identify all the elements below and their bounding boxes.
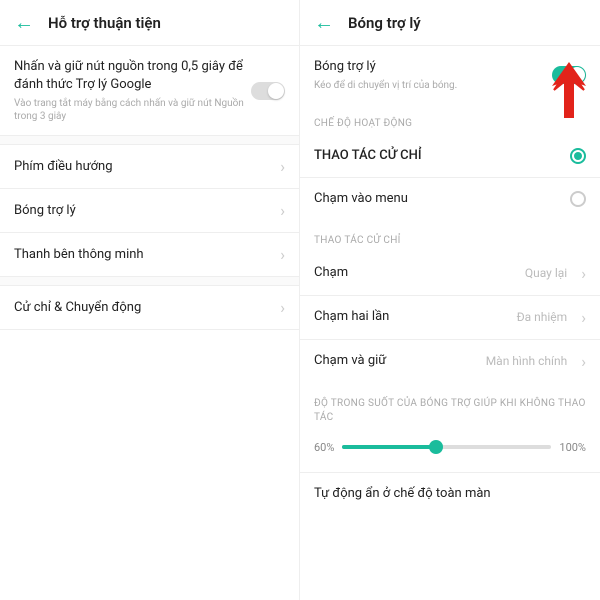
page-title: Hỗ trợ thuận tiện [48, 14, 161, 32]
smart-sidebar-label: Thanh bên thông minh [14, 246, 144, 264]
radio-menu[interactable] [570, 191, 586, 207]
assistant-ball-label: Bóng trợ lý [14, 202, 76, 220]
spacer [0, 135, 299, 145]
spacer [0, 276, 299, 286]
opacity-slider[interactable] [342, 445, 551, 449]
row-gestures[interactable]: Cử chỉ & Chuyển động › [0, 286, 299, 329]
assistant-sub: Vào trang tắt máy bằng cách nhấn và giữ … [14, 97, 251, 123]
row-menu-mode[interactable]: Chạm vào menu [300, 178, 600, 220]
group-mode: CHẾ ĐỘ HOẠT ĐỘNG [300, 104, 600, 135]
row-ball-toggle[interactable]: Bóng trợ lý Kéo để di chuyển vị trí của … [300, 46, 600, 104]
row-assistant-ball[interactable]: Bóng trợ lý › [0, 189, 299, 232]
chevron-right-icon: › [581, 308, 586, 327]
row-smart-sidebar[interactable]: Thanh bên thông minh › [0, 233, 299, 276]
ball-toggle[interactable] [552, 66, 586, 84]
double-tap-value: Đa nhiệm [517, 310, 568, 324]
opacity-max: 100% [559, 441, 586, 454]
hold-value: Màn hình chính [486, 354, 568, 368]
ball-sub: Kéo để di chuyển vị trí của bóng. [314, 79, 552, 92]
auto-hide-label: Tự động ẩn ở chế độ toàn màn [314, 485, 491, 503]
group-opacity: ĐỘ TRONG SUỐT CỦA BÓNG TRỢ GIÚP KHI KHÔN… [300, 383, 600, 431]
assistant-toggle[interactable] [251, 82, 285, 100]
chevron-right-icon: › [581, 264, 586, 283]
header: ← Bóng trợ lý [300, 0, 600, 45]
assistant-title: Nhấn và giữ nút nguồn trong 0,5 giây để … [14, 58, 251, 94]
screen-assistant-ball: ← Bóng trợ lý Bóng trợ lý Kéo để di chuy… [300, 0, 600, 600]
back-arrow-icon[interactable]: ← [14, 10, 34, 35]
row-gesture-mode[interactable]: THAO TÁC CỬ CHỈ [300, 135, 600, 177]
chevron-right-icon: › [280, 157, 285, 176]
screen-convenient-assistance: ← Hỗ trợ thuận tiện Nhấn và giữ nút nguồ… [0, 0, 300, 600]
chevron-right-icon: › [280, 298, 285, 317]
row-navigation-keys[interactable]: Phím điều hướng › [0, 145, 299, 188]
tap-label: Chạm [314, 264, 348, 282]
row-hold[interactable]: Chạm và giữ Màn hình chính › [300, 340, 600, 383]
back-arrow-icon[interactable]: ← [314, 10, 334, 35]
chevron-right-icon: › [280, 201, 285, 220]
row-auto-hide[interactable]: Tự động ẩn ở chế độ toàn màn [300, 473, 600, 515]
header: ← Hỗ trợ thuận tiện [0, 0, 299, 45]
row-double-tap[interactable]: Chạm hai lần Đa nhiệm › [300, 296, 600, 339]
tap-value: Quay lại [525, 266, 567, 280]
ball-title: Bóng trợ lý [314, 58, 552, 76]
page-title: Bóng trợ lý [348, 14, 421, 32]
double-tap-label: Chạm hai lần [314, 308, 389, 326]
row-google-assistant-power[interactable]: Nhấn và giữ nút nguồn trong 0,5 giây để … [0, 46, 299, 135]
menu-option-label: Chạm vào menu [314, 190, 408, 208]
opacity-min: 60% [314, 441, 334, 454]
radio-gesture[interactable] [570, 148, 586, 164]
chevron-right-icon: › [581, 352, 586, 371]
group-actions: THAO TÁC CỬ CHỈ [300, 221, 600, 252]
row-tap[interactable]: Chạm Quay lại › [300, 252, 600, 295]
chevron-right-icon: › [280, 245, 285, 264]
nav-keys-label: Phím điều hướng [14, 158, 113, 176]
hold-label: Chạm và giữ [314, 352, 386, 370]
opacity-slider-row: 60% 100% [300, 431, 600, 464]
gestures-label: Cử chỉ & Chuyển động [14, 299, 141, 317]
gesture-option-label: THAO TÁC CỬ CHỈ [314, 147, 422, 165]
